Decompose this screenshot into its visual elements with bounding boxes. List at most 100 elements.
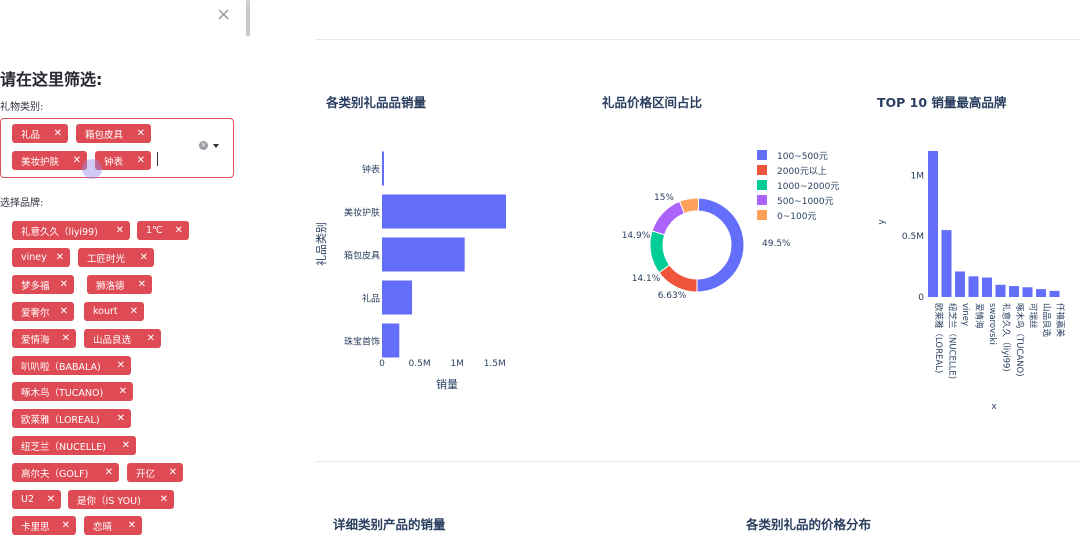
- tag-label: 狮洛德: [96, 280, 125, 292]
- brand-tag[interactable]: 卡里思 ✕: [12, 516, 76, 535]
- y-tick-label: 1M: [911, 171, 925, 181]
- remove-tag-icon[interactable]: ✕: [54, 128, 62, 139]
- remove-tag-icon[interactable]: ✕: [60, 306, 68, 317]
- bar-2: [382, 237, 465, 272]
- brand-tag[interactable]: 爱情海 ✕: [12, 329, 76, 348]
- brand-tag[interactable]: 礼意久久（liyi99) ✕: [12, 221, 130, 240]
- bar-category-label: 箱包皮具: [344, 250, 380, 262]
- pie-value-label: 15%: [654, 193, 674, 203]
- category-tag[interactable]: 箱包皮具 ✕: [76, 124, 151, 143]
- x-tick-label: swarovski: [987, 303, 997, 345]
- legend-label: 2000元以上: [777, 166, 827, 177]
- remove-tag-icon[interactable]: ✕: [105, 467, 113, 478]
- category-label: 礼物类别:: [0, 102, 44, 113]
- divider-top: [315, 39, 1080, 40]
- remove-tag-icon[interactable]: ✕: [73, 155, 81, 166]
- brand-tag[interactable]: 叭叭啦（BABALA) ✕: [12, 356, 131, 375]
- tag-label: 欧莱雅（LOREAL): [21, 414, 100, 426]
- detail-chart-title: 详细类别产品的销量: [333, 517, 446, 532]
- top10-chart-title: TOP 10 销量最高品牌: [877, 95, 1007, 110]
- legend-label: 0~100元: [777, 212, 816, 222]
- x-tick-label: 仟禧嘉美: [1055, 303, 1066, 338]
- remove-tag-icon[interactable]: ✕: [117, 360, 125, 371]
- category-tag[interactable]: 礼品 ✕: [12, 124, 68, 143]
- remove-tag-icon[interactable]: ✕: [169, 467, 177, 478]
- category-tag[interactable]: 美妆护肤 ✕: [12, 151, 87, 170]
- remove-tag-icon[interactable]: ✕: [60, 279, 68, 290]
- brand-tag[interactable]: 工匠时光 ✕: [78, 248, 154, 267]
- x-tick-label: 0.5M: [409, 359, 431, 369]
- remove-tag-icon[interactable]: ✕: [116, 225, 124, 236]
- remove-tag-icon[interactable]: ✕: [137, 155, 145, 166]
- brand-tag[interactable]: 爱奢尔 ✕: [12, 302, 74, 321]
- tag-label: 爱奢尔: [21, 307, 50, 319]
- top10-bar-9: [1049, 290, 1060, 297]
- top10-bar-4: [982, 277, 992, 297]
- tag-label: 1℃: [146, 225, 163, 236]
- remove-tag-icon[interactable]: ✕: [130, 306, 138, 317]
- brand-tag[interactable]: 狮洛德 ✕: [87, 275, 152, 294]
- tag-label: U2: [21, 494, 34, 505]
- tag-label: 箱包皮具: [85, 129, 124, 141]
- top10-bar-6: [1009, 286, 1019, 297]
- remove-tag-icon[interactable]: ✕: [62, 520, 70, 531]
- mouse-cursor: [82, 159, 102, 179]
- top10-bar-7: [1022, 287, 1033, 297]
- x-tick-label: 1M: [450, 359, 464, 369]
- remove-tag-icon[interactable]: ✕: [128, 520, 136, 531]
- remove-tag-icon[interactable]: ✕: [140, 252, 148, 263]
- clear-all-icon[interactable]: ×: [199, 141, 208, 150]
- pie-value-label: 14.9%: [622, 231, 651, 241]
- pie-slice-1: [658, 264, 698, 293]
- remove-tag-icon[interactable]: ✕: [160, 494, 168, 505]
- remove-tag-icon[interactable]: ✕: [175, 225, 183, 236]
- remove-tag-icon[interactable]: ✕: [138, 279, 146, 290]
- remove-tag-icon[interactable]: ✕: [62, 333, 70, 344]
- brand-tag[interactable]: 1℃ ✕: [137, 221, 189, 240]
- brand-tag[interactable]: 山品良选 ✕: [84, 329, 161, 348]
- sidebar-title: 请在这里筛选:: [0, 70, 103, 89]
- y-tick-label: 0: [918, 293, 924, 303]
- brand-tag[interactable]: 高尔夫（GOLF) ✕: [12, 463, 119, 482]
- brand-tag[interactable]: 纽芝兰（NUCELLE) ✕: [12, 436, 136, 455]
- x-tick-label: 啄木鸟（TUCANO): [1014, 303, 1025, 377]
- category-tag[interactable]: 钟表 ✕: [95, 151, 151, 170]
- brand-tag[interactable]: 梦多福 ✕: [12, 275, 74, 294]
- brand-tag[interactable]: 恋晴 ✕: [84, 516, 142, 535]
- brand-tag[interactable]: 开亿 ✕: [127, 463, 183, 482]
- close-icon[interactable]: ×: [216, 4, 231, 25]
- brand-tag[interactable]: viney ✕: [12, 248, 70, 267]
- chevron-down-icon[interactable]: [213, 144, 219, 148]
- brand-tag[interactable]: U2 ✕: [12, 490, 61, 509]
- x-tick-label: 山品良选: [1041, 303, 1052, 338]
- top10-bar-8: [1036, 289, 1046, 297]
- remove-tag-icon[interactable]: ✕: [56, 252, 64, 263]
- brand-tag[interactable]: 啄木鸟（TUCANO) ✕: [12, 382, 133, 401]
- brand-tag[interactable]: kourt ✕: [84, 302, 144, 321]
- remove-tag-icon[interactable]: ✕: [147, 333, 155, 344]
- legend-swatch: [757, 150, 767, 160]
- remove-tag-icon[interactable]: ✕: [117, 413, 125, 424]
- top10-bar-1: [941, 230, 952, 297]
- pie-value-label: 49.5%: [762, 239, 791, 249]
- tag-label: 啄木鸟（TUCANO): [21, 387, 104, 399]
- brand-tag[interactable]: 欧莱雅（LOREAL) ✕: [12, 409, 131, 428]
- x-axis-title: 销量: [436, 377, 458, 391]
- x-tick-label: 纽芝兰（NUCELLE): [947, 303, 958, 379]
- tag-label: 礼意久久（liyi99): [21, 226, 98, 238]
- tag-label: 恋晴: [93, 521, 113, 533]
- remove-tag-icon[interactable]: ✕: [119, 386, 127, 397]
- bar-0: [382, 151, 384, 186]
- tag-label: 礼品: [21, 129, 41, 141]
- tag-label: 是你（IS YOU): [77, 495, 141, 507]
- tag-label: 爱情海: [21, 334, 50, 346]
- sidebar-scrollbar[interactable]: [246, 0, 250, 36]
- tag-label: 纽芝兰（NUCELLE): [21, 441, 106, 453]
- remove-tag-icon[interactable]: ✕: [137, 128, 145, 139]
- remove-tag-icon[interactable]: ✕: [47, 494, 55, 505]
- top10-bar-2: [955, 271, 965, 297]
- x-tick-label: 爱情海: [974, 303, 985, 329]
- remove-tag-icon[interactable]: ✕: [122, 440, 130, 451]
- legend-swatch: [757, 165, 767, 175]
- brand-tag[interactable]: 是你（IS YOU) ✕: [68, 490, 174, 509]
